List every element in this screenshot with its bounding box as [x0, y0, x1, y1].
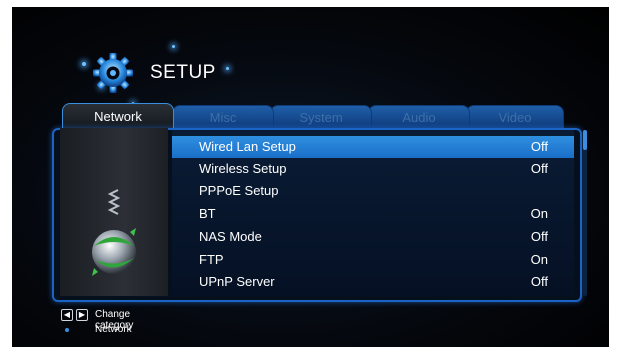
footer-current-category: Network: [95, 324, 132, 335]
menu-item-label: Wired Lan Setup: [199, 139, 296, 154]
gear-icon: [92, 52, 134, 94]
menu-item-value: Off: [530, 229, 548, 244]
menu-item-label: PPPoE Setup: [199, 183, 279, 198]
menu-item-pppoe-setup[interactable]: PPPoE Setup: [172, 180, 574, 202]
settings-list: Wired Lan Setup Off Wireless Setup Off P…: [172, 130, 574, 296]
network-globe-icon: [92, 189, 136, 276]
scrollbar[interactable]: [583, 130, 587, 296]
menu-item-value: Off: [530, 139, 548, 154]
menu-item-value: On: [530, 252, 548, 267]
menu-item-bt[interactable]: BT On: [172, 203, 574, 225]
tab-bar: Video Audio System Misc Network: [62, 103, 568, 131]
menu-item-label: FTP: [199, 252, 224, 267]
menu-item-label: NAS Mode: [199, 229, 262, 244]
menu-item-label: BT: [199, 206, 216, 221]
sparkle-icon: [226, 67, 229, 70]
tab-network[interactable]: Network: [62, 103, 174, 131]
arrow-right-key-icon: ▶: [76, 309, 88, 321]
page-title: SETUP: [150, 62, 216, 83]
menu-item-value: Off: [530, 274, 548, 289]
sparkle-icon: [82, 62, 86, 66]
menu-item-value: Off: [530, 161, 548, 176]
category-sidebar: [60, 128, 168, 296]
arrow-left-key-icon: ◀: [61, 309, 73, 321]
sparkle-icon: [172, 45, 175, 48]
scrollbar-thumb[interactable]: [583, 130, 587, 150]
menu-item-wired-lan-setup[interactable]: Wired Lan Setup Off: [172, 136, 574, 158]
menu-item-nas-mode[interactable]: NAS Mode Off: [172, 226, 574, 248]
menu-item-wireless-setup[interactable]: Wireless Setup Off: [172, 158, 574, 180]
menu-item-value: On: [530, 206, 548, 221]
menu-item-label: UPnP Server: [199, 274, 275, 289]
menu-item-ftp[interactable]: FTP On: [172, 249, 574, 271]
current-category-dot-icon: [65, 328, 69, 332]
menu-item-label: Wireless Setup: [199, 161, 287, 176]
menu-item-upnp-server[interactable]: UPnP Server Off: [172, 271, 574, 293]
